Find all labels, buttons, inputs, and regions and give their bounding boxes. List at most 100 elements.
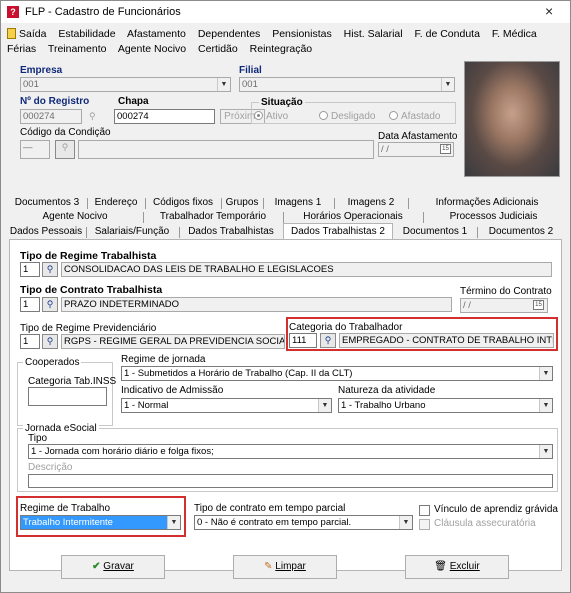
tab-agente-nocivo[interactable]: Agente Nocivo xyxy=(11,209,139,225)
categoria-label: Categoria do Trabalhador xyxy=(289,322,403,333)
situacao-ativo[interactable]: Ativo xyxy=(254,111,288,122)
menu-f-conduta[interactable]: F. de Conduta xyxy=(415,28,480,40)
natureza-label: Natureza da atividade xyxy=(338,385,436,396)
tab-documentos-1[interactable]: Documentos 1 xyxy=(397,224,473,240)
title-bar: ? FLP - Cadastro de Funcionários × xyxy=(1,1,570,23)
jornada-select[interactable]: 1 - Submetidos a Horário de Trabalho (Ca… xyxy=(121,366,553,381)
binoculars-icon[interactable]: ⚲ xyxy=(42,297,58,312)
situacao-label: Situação xyxy=(259,97,305,108)
excluir-button[interactable]: 🗑 Excluir xyxy=(405,555,509,579)
regime-trab-code[interactable]: 1 xyxy=(20,262,40,277)
aprendiz-checkbox[interactable] xyxy=(419,505,430,516)
close-button[interactable]: × xyxy=(545,3,553,19)
registro-field[interactable]: 000274 xyxy=(20,109,82,124)
registro-label: Nº do Registro xyxy=(20,96,90,107)
binoculars-icon[interactable]: ⚲ xyxy=(55,140,75,159)
menu-ferias[interactable]: Férias xyxy=(7,43,36,55)
binoculars-icon[interactable]: ⚲ xyxy=(42,334,58,349)
binoculars-icon[interactable]: ⚲ xyxy=(320,333,336,348)
prev-label: Tipo de Regime Previdenciário xyxy=(20,323,157,334)
tab-trabalhador-temporario[interactable]: Trabalhador Temporário xyxy=(147,209,279,225)
menu-f-medica[interactable]: F. Médica xyxy=(492,28,537,40)
admissao-select[interactable]: 1 - Normal ▼ xyxy=(121,398,332,413)
employee-photo xyxy=(464,61,560,177)
aprendiz-label: Vínculo de aprendiz grávida xyxy=(434,504,558,515)
menu-saida[interactable]: Saída xyxy=(7,28,46,40)
trash-icon: 🗑 xyxy=(434,561,447,572)
filial-select[interactable]: 001 ▼ xyxy=(239,77,455,92)
filial-label: Filial xyxy=(239,65,262,76)
check-icon: ✔ xyxy=(92,561,101,572)
categoria-inss-field[interactable] xyxy=(28,387,107,406)
gravar-button[interactable]: ✔ Gravar xyxy=(61,555,165,579)
binoculars-icon[interactable]: ⚲ xyxy=(42,262,58,277)
tab-dados-pessoais[interactable]: Dados Pessoais xyxy=(9,224,83,240)
chapa-field[interactable]: 000274 xyxy=(114,109,215,124)
parcial-select[interactable]: 0 - Não é contrato em tempo parcial. ▼ xyxy=(194,515,413,530)
cooperados-label: Cooperados xyxy=(23,357,82,368)
calendar-icon[interactable]: 15 xyxy=(440,144,451,154)
empresa-label: Empresa xyxy=(20,65,63,76)
tab-dados-trabalhistas[interactable]: Dados Trabalhistas xyxy=(183,224,279,240)
window-title: FLP - Cadastro de Funcionários xyxy=(25,6,181,18)
chevron-down-icon: ▼ xyxy=(539,367,552,380)
limpar-button[interactable]: ✎ Limpar xyxy=(233,555,337,579)
regime-trab-label: Tipo de Regime Trabalhista xyxy=(20,250,157,262)
natureza-select[interactable]: 1 - Trabalho Urbano ▼ xyxy=(338,398,553,413)
data-afastamento-label: Data Afastamento xyxy=(378,131,458,142)
menu-certidao[interactable]: Certidão xyxy=(198,43,238,55)
chevron-down-icon: ▼ xyxy=(318,399,331,412)
regime-trabalho-label: Regime de Trabalho xyxy=(20,503,111,514)
contrato-code[interactable]: 1 xyxy=(20,297,40,312)
categoria-code[interactable]: 111 xyxy=(289,333,317,348)
tab-row-3: Dados Pessoais Salariais/Função Dados Tr… xyxy=(9,223,562,241)
tab-documentos-2[interactable]: Documentos 2 xyxy=(481,224,561,240)
situacao-desligado[interactable]: Desligado xyxy=(319,111,375,122)
contrato-desc: PRAZO INDETERMINADO xyxy=(61,297,452,312)
menu-pensionistas[interactable]: Pensionistas xyxy=(272,28,332,40)
empresa-value: 001 xyxy=(23,79,39,90)
empresa-select[interactable]: 001 ▼ xyxy=(20,77,231,92)
menu-estabilidade[interactable]: Estabilidade xyxy=(58,28,115,40)
document-icon xyxy=(7,28,16,39)
menu-reintegracao[interactable]: Reintegração xyxy=(250,43,312,55)
admissao-label: Indicativo de Admissão xyxy=(121,385,224,396)
menu-dependentes[interactable]: Dependentes xyxy=(198,28,260,40)
condicao-code-field[interactable]: — xyxy=(20,140,50,159)
menu-hist-salarial[interactable]: Hist. Salarial xyxy=(344,28,403,40)
prev-code[interactable]: 1 xyxy=(20,334,40,349)
radio-icon xyxy=(389,111,398,120)
categoria-inss-label: Categoria Tab.INSS xyxy=(28,376,117,387)
main-window: ? FLP - Cadastro de Funcionários × Saída… xyxy=(0,0,571,593)
chevron-down-icon: ▼ xyxy=(539,399,552,412)
descricao-label: Descrição xyxy=(28,462,73,473)
filial-value: 001 xyxy=(242,79,258,90)
radio-selected-icon xyxy=(254,111,263,120)
menu-bar-2: Férias Treinamento Agente Nocivo Certidã… xyxy=(7,43,321,55)
termino-label: Término do Contrato xyxy=(460,286,552,297)
regime-trabalho-select[interactable]: Trabalho Intermitente ▼ xyxy=(20,515,181,530)
situacao-afastado[interactable]: Afastado xyxy=(389,111,440,122)
tipo-select[interactable]: 1 - Jornada com horário diário e folga f… xyxy=(28,444,553,459)
regime-trab-desc: CONSOLIDACAO DAS LEIS DE TRABALHO E LEGI… xyxy=(61,262,552,277)
descricao-field[interactable] xyxy=(28,474,553,488)
condicao-label: Código da Condição xyxy=(20,127,111,138)
clausula-checkbox[interactable] xyxy=(419,519,430,530)
condicao-desc-field[interactable] xyxy=(78,140,374,159)
tab-salariais-funcao[interactable]: Salariais/Função xyxy=(89,224,175,240)
menu-treinamento[interactable]: Treinamento xyxy=(48,43,107,55)
app-icon: ? xyxy=(7,6,19,18)
broom-icon: ✎ xyxy=(264,561,273,572)
chevron-down-icon: ▼ xyxy=(441,78,454,91)
binoculars-icon[interactable]: ⚲ xyxy=(89,111,96,122)
menu-bar-1: Saída Estabilidade Afastamento Dependent… xyxy=(7,28,546,40)
menu-afastamento[interactable]: Afastamento xyxy=(127,28,186,40)
calendar-icon[interactable]: 15 xyxy=(533,300,544,310)
menu-agente-nocivo[interactable]: Agente Nocivo xyxy=(118,43,186,55)
tipo-label: Tipo xyxy=(28,433,48,444)
limpar-label: Limpar xyxy=(275,561,306,572)
radio-icon xyxy=(319,111,328,120)
chevron-down-icon: ▼ xyxy=(167,516,180,529)
tab-processos-judiciais[interactable]: Processos Judiciais xyxy=(427,209,560,225)
jornada-label: Regime de jornada xyxy=(121,354,206,365)
